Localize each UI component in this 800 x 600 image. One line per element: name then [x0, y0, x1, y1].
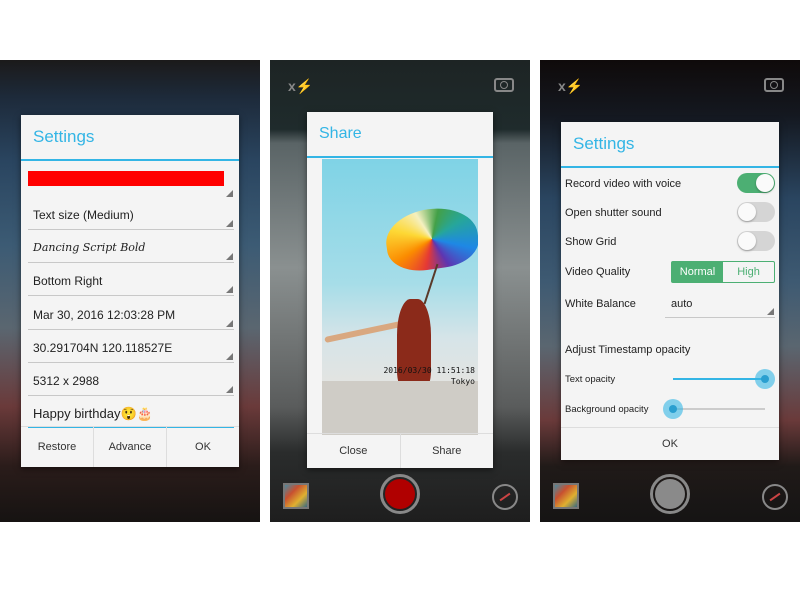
- restore-button[interactable]: Restore: [21, 427, 94, 467]
- share-dialog: Share 2016/03/30 11:51:18 Tokyo Close Sh…: [307, 112, 493, 468]
- spinner-value: 30.291704N 120.118527E: [33, 341, 173, 355]
- color-spinner[interactable]: [28, 171, 234, 199]
- settings-dialog: Settings Text size (Medium) Dancing Scri…: [21, 115, 239, 467]
- shutter-inner: [385, 479, 415, 509]
- spinner-value: Bottom Right: [33, 274, 103, 288]
- dropdown-arrow-icon: [226, 286, 233, 293]
- phone-screen-camera-settings: x⚡ Settings Record video with voice Open…: [540, 60, 800, 522]
- show-grid-row: Show Grid: [565, 229, 775, 255]
- shutter-inner: [655, 479, 685, 509]
- opacity-section-heading: Adjust Timestamp opacity: [565, 344, 691, 356]
- video-quality-row: Video Quality Normal High: [565, 259, 775, 285]
- dropdown-arrow-icon: [226, 190, 233, 197]
- slider-fill: [673, 378, 765, 380]
- timestamp-text: 2016/03/30 11:51:18: [383, 366, 475, 375]
- dropdown-arrow-icon: [226, 253, 233, 260]
- quality-normal-option[interactable]: Normal: [672, 262, 723, 282]
- dropdown-arrow-icon: [226, 353, 233, 360]
- quality-high-option[interactable]: High: [723, 262, 774, 282]
- shutter-button[interactable]: [650, 474, 690, 514]
- record-voice-row: Record video with voice: [565, 171, 775, 197]
- mode-dial-icon[interactable]: [492, 484, 518, 510]
- datetime-spinner[interactable]: Mar 30, 2016 12:03:28 PM: [28, 302, 234, 330]
- dropdown-arrow-icon: [226, 320, 233, 327]
- photo-arm: [324, 320, 402, 344]
- switch-camera-icon[interactable]: [764, 78, 784, 92]
- photo-preview: 2016/03/30 11:51:18 Tokyo: [322, 159, 478, 435]
- dialog-button-bar: Restore Advance OK: [21, 426, 239, 467]
- background-opacity-label: Background opacity: [565, 404, 649, 415]
- gallery-thumbnail[interactable]: [283, 483, 309, 509]
- slider-thumb[interactable]: [663, 399, 683, 419]
- position-spinner[interactable]: Bottom Right: [28, 268, 234, 296]
- row-label: Video Quality: [565, 266, 631, 278]
- ok-button[interactable]: OK: [167, 427, 239, 467]
- dropdown-arrow-icon: [767, 308, 774, 315]
- dialog-button-bar: OK: [561, 427, 779, 460]
- row-label: Open shutter sound: [565, 207, 662, 219]
- dropdown-arrow-icon: [226, 220, 233, 227]
- switch-camera-icon[interactable]: [494, 78, 514, 92]
- spinner-value: Dancing Script Bold: [33, 241, 146, 254]
- phone-screen-share: x⚡ Share 2016/03/30 11:51:18 Tokyo Close…: [270, 60, 530, 522]
- mode-dial-icon[interactable]: [762, 484, 788, 510]
- slider-track: [673, 408, 765, 410]
- photo-wall: [322, 381, 478, 435]
- record-voice-toggle[interactable]: [737, 173, 775, 193]
- white-balance-row: White Balance auto: [565, 291, 775, 318]
- camera-bottom-bar: [540, 462, 800, 522]
- show-grid-toggle[interactable]: [737, 231, 775, 251]
- custom-text-input[interactable]: Happy birthday😲🎂: [28, 400, 234, 428]
- shutter-button[interactable]: [380, 474, 420, 514]
- camera-top-bar: x⚡: [270, 78, 530, 98]
- dialog-title: Settings: [21, 115, 239, 161]
- location-spinner[interactable]: 30.291704N 120.118527E: [28, 335, 234, 363]
- shutter-sound-toggle[interactable]: [737, 202, 775, 222]
- spinner-value: Mar 30, 2016 12:03:28 PM: [33, 308, 176, 322]
- gallery-thumbnail[interactable]: [553, 483, 579, 509]
- location-text: Tokyo: [450, 377, 475, 386]
- camera-settings-dialog: Settings Record video with voice Open sh…: [561, 122, 779, 460]
- dialog-title: Settings: [561, 122, 779, 168]
- advance-button[interactable]: Advance: [94, 427, 167, 467]
- spinner-value: auto: [671, 298, 693, 310]
- background-opacity-slider[interactable]: [663, 399, 765, 419]
- camera-bottom-bar: [270, 462, 530, 522]
- white-balance-spinner[interactable]: auto: [665, 291, 775, 318]
- text-opacity-slider[interactable]: [673, 369, 775, 389]
- text-opacity-label: Text opacity: [565, 374, 616, 385]
- dialog-title: Share: [307, 112, 493, 158]
- font-spinner[interactable]: Dancing Script Bold: [28, 235, 234, 263]
- video-quality-segmented: Normal High: [671, 261, 775, 283]
- text-size-spinner[interactable]: Text size (Medium): [28, 202, 234, 230]
- spinner-value: 5312 x 2988: [33, 374, 100, 388]
- flash-off-icon[interactable]: x⚡: [558, 78, 583, 95]
- spinner-value: Text size (Medium): [33, 208, 134, 222]
- photo-timestamp: 2016/03/30 11:51:18 Tokyo: [383, 365, 475, 387]
- camera-top-bar: x⚡: [540, 78, 800, 98]
- dropdown-arrow-icon: [226, 386, 233, 393]
- row-label: Show Grid: [565, 236, 617, 248]
- photo-umbrella: [382, 202, 478, 276]
- ok-button[interactable]: OK: [561, 428, 779, 460]
- resolution-spinner[interactable]: 5312 x 2988: [28, 368, 234, 396]
- row-label: White Balance: [565, 298, 636, 310]
- row-label: Record video with voice: [565, 178, 682, 190]
- phone-screen-text-settings: Settings Text size (Medium) Dancing Scri…: [0, 60, 260, 522]
- shutter-sound-row: Open shutter sound: [565, 200, 775, 226]
- flash-off-icon[interactable]: x⚡: [288, 78, 313, 95]
- slider-thumb[interactable]: [755, 369, 775, 389]
